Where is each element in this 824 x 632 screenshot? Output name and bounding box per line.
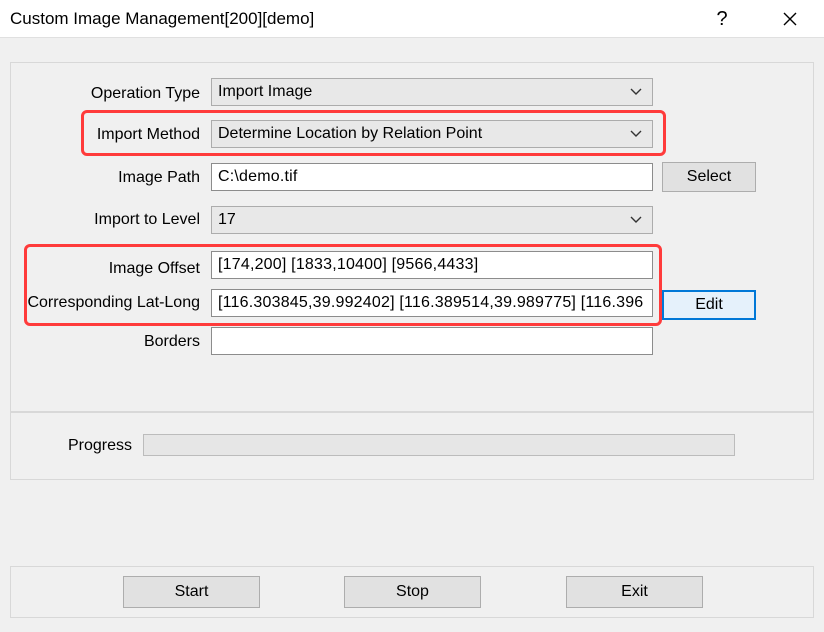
title-bar: Custom Image Management[200][demo] ?	[0, 0, 824, 38]
image-path-label: Image Path	[118, 169, 200, 186]
import-level-select[interactable]: 17	[211, 206, 653, 234]
chevron-down-icon	[630, 130, 642, 137]
operation-type-label: Operation Type	[90, 85, 200, 102]
borders-label: Borders	[143, 333, 200, 350]
help-icon: ?	[716, 7, 728, 30]
close-button[interactable]	[768, 0, 812, 38]
image-path-input[interactable]: C:\demo.tif	[211, 163, 653, 191]
import-level-value: 17	[218, 211, 236, 228]
operation-type-value: Import Image	[218, 83, 313, 100]
progress-bar	[143, 434, 735, 456]
operation-type-select[interactable]: Import Image	[211, 78, 653, 106]
exit-button[interactable]: Exit	[566, 576, 703, 608]
borders-input[interactable]	[211, 327, 653, 355]
chevron-down-icon	[630, 216, 642, 223]
import-level-label: Import to Level	[94, 211, 200, 228]
stop-button[interactable]: Stop	[344, 576, 481, 608]
import-method-label: Import Method	[96, 126, 200, 143]
import-method-value: Determine Location by Relation Point	[218, 125, 483, 142]
lat-long-label: Corresponding Lat-Long	[27, 294, 200, 311]
import-method-select[interactable]: Determine Location by Relation Point	[211, 120, 653, 148]
edit-button[interactable]: Edit	[662, 290, 756, 320]
start-button[interactable]: Start	[123, 576, 260, 608]
close-icon	[783, 12, 797, 26]
chevron-down-icon	[630, 88, 642, 95]
select-button[interactable]: Select	[662, 162, 756, 192]
window-title: Custom Image Management[200][demo]	[10, 9, 315, 28]
progress-label: Progress	[67, 437, 132, 454]
image-offset-label: Image Offset	[108, 260, 200, 277]
lat-long-input[interactable]: [116.303845,39.992402] [116.389514,39.98…	[211, 289, 653, 317]
help-button[interactable]: ?	[700, 0, 744, 38]
image-offset-input[interactable]: [174,200] [1833,10400] [9566,4433]	[211, 251, 653, 279]
